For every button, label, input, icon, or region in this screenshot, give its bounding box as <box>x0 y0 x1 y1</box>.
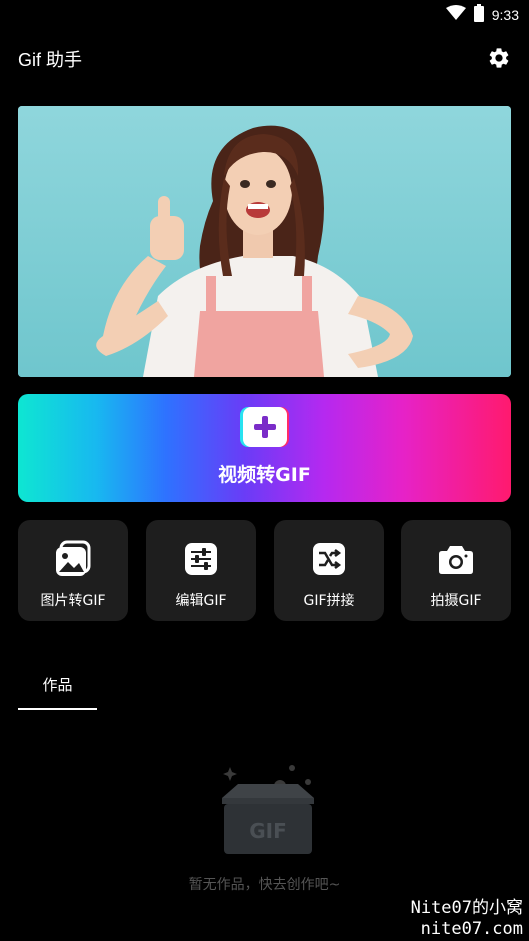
edit-gif-button[interactable]: 编辑GIF <box>146 520 256 621</box>
tab-indicator <box>18 708 97 710</box>
app-bar: Gif 助手 <box>0 36 529 80</box>
settings-button[interactable] <box>485 44 513 72</box>
image-to-gif-button[interactable]: 图片转GIF <box>18 520 128 621</box>
status-icons: 9:33 <box>445 4 519 26</box>
camera-icon <box>437 540 475 578</box>
hero-photo <box>18 106 511 377</box>
watermark-line-1: Nite07的小窝 <box>410 898 523 918</box>
gear-icon <box>489 48 509 68</box>
tab-works[interactable]: 作品 <box>18 666 97 710</box>
empty-state-text: 暂无作品，快去创作吧~ <box>188 877 341 893</box>
app-title: Gif 助手 <box>18 50 83 70</box>
tool-grid: 图片转GIF 编辑GIF GIF拼接 拍摄GIF <box>18 520 511 621</box>
tool-label: 编辑GIF <box>175 593 227 609</box>
video-to-gif-button[interactable]: 视频转GIF <box>18 394 511 502</box>
watermark: Nite07的小窝 nite07.com <box>411 898 523 940</box>
empty-box-illustration: GIF <box>210 760 320 860</box>
shoot-gif-button[interactable]: 拍摄GIF <box>401 520 511 621</box>
gif-merge-button[interactable]: GIF拼接 <box>274 520 384 621</box>
merge-icon <box>310 540 348 578</box>
svg-text:GIF: GIF <box>249 819 287 843</box>
watermark-line-2: nite07.com <box>420 919 523 939</box>
wifi-icon <box>445 5 466 25</box>
tool-label: GIF拼接 <box>303 593 355 609</box>
sliders-icon <box>182 540 220 578</box>
tool-label: 拍摄GIF <box>430 593 482 609</box>
hero-banner <box>18 106 511 377</box>
plus-icon <box>238 406 290 448</box>
status-bar: 9:33 <box>0 0 529 30</box>
tool-label: 图片转GIF <box>40 593 106 609</box>
tab-label: 作品 <box>42 676 73 694</box>
status-time: 9:33 <box>491 7 519 23</box>
images-icon <box>54 540 92 578</box>
battery-icon <box>473 4 484 26</box>
video-to-gif-label: 视频转GIF <box>218 464 311 486</box>
